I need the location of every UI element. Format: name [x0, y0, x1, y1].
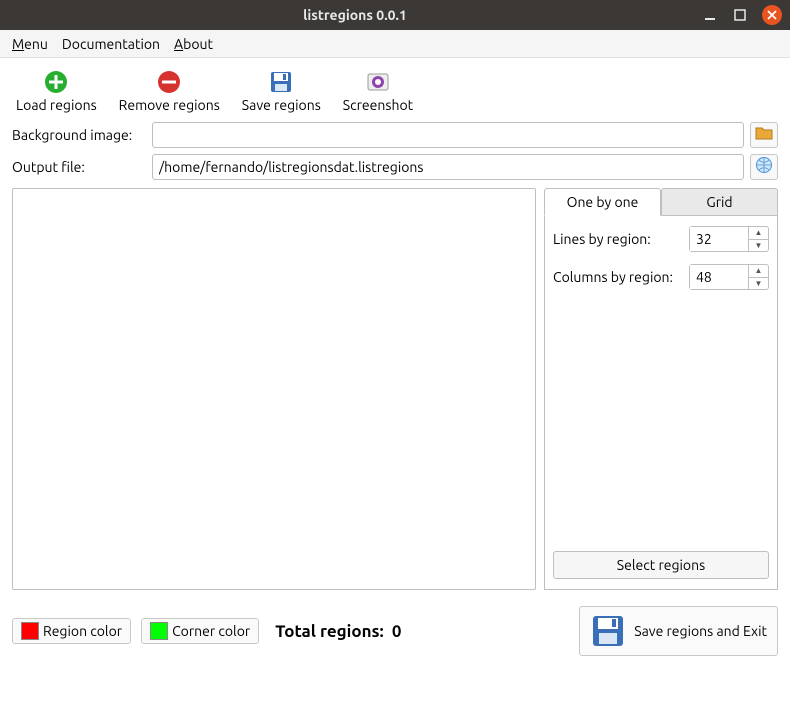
toolbar: Load regions Remove regions Save regions… [0, 58, 790, 118]
minimize-button[interactable] [702, 7, 718, 23]
background-image-row: Background image: [12, 122, 778, 148]
lines-up-button[interactable]: ▲ [749, 227, 768, 240]
mid-area: One by one Grid Lines by region: ▲ ▼ Col… [0, 184, 790, 594]
menu-menu[interactable]: Menu [12, 36, 48, 52]
corner-color-button[interactable]: Corner color [141, 618, 259, 644]
menubar: Menu Documentation About [0, 30, 790, 58]
screenshot-button[interactable]: Screenshot [343, 69, 413, 113]
menu-about[interactable]: About [174, 36, 213, 52]
output-file-input[interactable] [152, 154, 744, 180]
close-button[interactable] [762, 5, 782, 25]
remove-regions-label: Remove regions [119, 97, 220, 113]
load-regions-label: Load regions [16, 97, 97, 113]
maximize-button[interactable] [732, 7, 748, 23]
cols-down-button[interactable]: ▼ [749, 278, 768, 290]
select-regions-button[interactable]: Select regions [553, 551, 769, 579]
total-regions-label: Total regions: [275, 622, 384, 641]
columns-by-region-label: Columns by region: [553, 269, 673, 285]
region-color-label: Region color [43, 623, 122, 639]
save-regions-button[interactable]: Save regions [242, 69, 321, 113]
cols-up-button[interactable]: ▲ [749, 265, 768, 278]
save-regions-label: Save regions [242, 97, 321, 113]
remove-regions-button[interactable]: Remove regions [119, 69, 220, 113]
bottom-bar: Region color Corner color Total regions:… [0, 594, 790, 668]
columns-by-region-spinner[interactable]: ▲ ▼ [689, 264, 769, 290]
columns-by-region-row: Columns by region: ▲ ▼ [553, 264, 769, 290]
plus-icon [43, 69, 69, 95]
save-icon [590, 613, 626, 649]
minus-icon [156, 69, 182, 95]
background-image-browse-button[interactable] [750, 122, 778, 148]
tab-body: Lines by region: ▲ ▼ Columns by region: … [544, 216, 778, 590]
side-panel: One by one Grid Lines by region: ▲ ▼ Col… [544, 188, 778, 590]
folder-icon [755, 125, 773, 145]
canvas-panel[interactable] [12, 188, 536, 590]
output-file-browse-button[interactable] [750, 154, 778, 180]
lines-by-region-input[interactable] [690, 227, 748, 251]
total-regions-value: 0 [392, 622, 402, 641]
load-regions-button[interactable]: Load regions [16, 69, 97, 113]
corner-color-label: Corner color [172, 623, 250, 639]
save-icon [268, 69, 294, 95]
save-regions-and-exit-button[interactable]: Save regions and Exit [579, 606, 778, 656]
tab-one-by-one[interactable]: One by one [544, 188, 661, 216]
tab-grid[interactable]: Grid [661, 188, 778, 216]
lines-down-button[interactable]: ▼ [749, 240, 768, 252]
columns-by-region-input[interactable] [690, 265, 748, 289]
region-color-swatch [21, 622, 39, 640]
menu-documentation[interactable]: Documentation [62, 36, 160, 52]
total-regions: Total regions: 0 [275, 622, 401, 641]
output-file-label: Output file: [12, 159, 146, 175]
globe-icon [755, 156, 773, 178]
save-exit-label: Save regions and Exit [634, 623, 767, 639]
background-image-label: Background image: [12, 127, 146, 143]
output-file-row: Output file: [12, 154, 778, 180]
form-area: Background image: Output file: [0, 118, 790, 184]
lines-by-region-row: Lines by region: ▲ ▼ [553, 226, 769, 252]
screenshot-label: Screenshot [343, 97, 413, 113]
menu-menu-rest: enu [24, 36, 48, 52]
corner-color-swatch [150, 622, 168, 640]
menu-about-rest: bout [183, 36, 213, 52]
background-image-input[interactable] [152, 122, 744, 148]
region-color-button[interactable]: Region color [12, 618, 131, 644]
lines-by-region-spinner[interactable]: ▲ ▼ [689, 226, 769, 252]
screenshot-icon [365, 69, 391, 95]
tabs: One by one Grid [544, 188, 778, 216]
window-title: listregions 0.0.1 [8, 7, 702, 23]
lines-by-region-label: Lines by region: [553, 231, 651, 247]
titlebar: listregions 0.0.1 [0, 0, 790, 30]
